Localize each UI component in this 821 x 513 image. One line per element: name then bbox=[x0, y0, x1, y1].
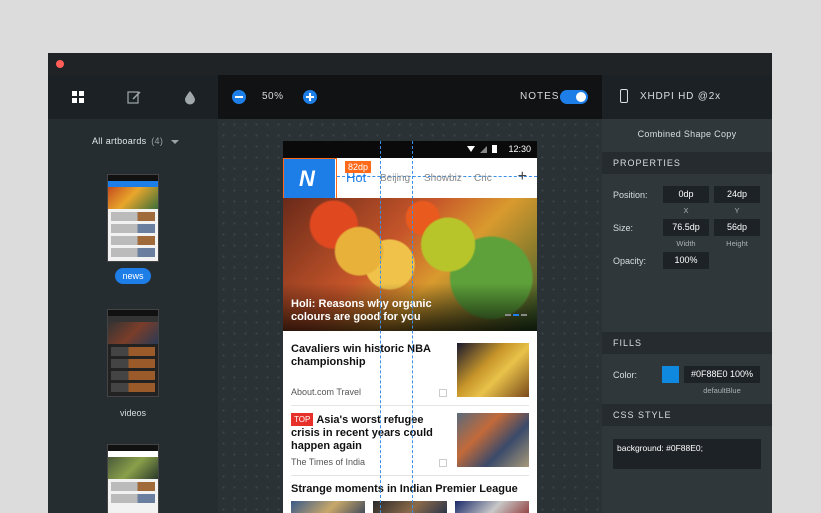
inspector-panel: Combined Shape Copy PROPERTIES Position:… bbox=[602, 119, 772, 513]
y-label: Y bbox=[734, 206, 740, 215]
story-thumbnail bbox=[457, 343, 529, 397]
drop-icon[interactable] bbox=[182, 89, 198, 105]
opacity-label: Opacity: bbox=[613, 256, 647, 266]
carousel-dots bbox=[503, 303, 527, 321]
title-bar bbox=[48, 53, 772, 75]
width-field[interactable]: 76.5dp bbox=[663, 219, 709, 236]
css-code-box[interactable]: background: #0F88E0; bbox=[613, 439, 761, 469]
artboard-label-videos[interactable]: videos bbox=[48, 408, 218, 418]
artboards-count: (4) bbox=[151, 136, 164, 146]
tab-beijing[interactable]: Beijing bbox=[380, 173, 410, 184]
hero-image[interactable]: Holi: Reasons why organic colours are go… bbox=[283, 198, 537, 331]
notes-toggle[interactable] bbox=[560, 90, 588, 104]
status-time: 12:30 bbox=[508, 144, 531, 154]
story-item[interactable]: Strange moments in Indian Premier League bbox=[291, 483, 529, 513]
color-swatch[interactable] bbox=[662, 366, 679, 383]
element-name: Combined Shape Copy bbox=[637, 129, 737, 139]
device-selector[interactable]: XHDPI HD @2x bbox=[602, 75, 772, 119]
design-canvas[interactable]: 12:30 N 82dp Hot Beijing Showbiz Cric + … bbox=[218, 119, 602, 513]
position-label: Position: bbox=[613, 190, 648, 200]
selection-box[interactable] bbox=[283, 158, 337, 200]
artboard-thumbnail-news[interactable] bbox=[107, 174, 159, 262]
css-style-header: CSS STYLE bbox=[602, 404, 772, 426]
artboard-thumbnail-3[interactable] bbox=[107, 444, 159, 513]
story-source: About.com Travel bbox=[291, 387, 362, 397]
story-source: The Times of India bbox=[291, 457, 366, 467]
edit-icon[interactable] bbox=[126, 89, 142, 105]
grid-icon[interactable] bbox=[70, 89, 86, 105]
color-label: Color: bbox=[613, 370, 638, 380]
device-label: XHDPI HD @2x bbox=[640, 91, 721, 102]
artboards-dropdown[interactable]: All artboards (4) bbox=[92, 136, 179, 146]
height-field[interactable]: 56dp bbox=[714, 219, 760, 236]
wifi-icon bbox=[467, 146, 475, 152]
divider bbox=[291, 405, 529, 406]
position-x-field[interactable]: 0dp bbox=[663, 186, 709, 203]
story-thumbnail bbox=[457, 413, 529, 467]
artboard-label-news[interactable]: news bbox=[115, 268, 151, 284]
dismiss-icon[interactable] bbox=[439, 389, 447, 397]
artboards-panel: All artboards (4) news videos bbox=[48, 119, 218, 513]
vertical-guide bbox=[380, 141, 381, 513]
size-label: Size: bbox=[613, 223, 634, 233]
story-item[interactable]: TOP Asia's worst refugee crisis in recent… bbox=[291, 413, 529, 471]
artboard-preview[interactable]: 12:30 N 82dp Hot Beijing Showbiz Cric + … bbox=[283, 141, 537, 513]
app-header: N 82dp Hot Beijing Showbiz Cric + bbox=[283, 158, 537, 200]
top-badge: TOP bbox=[291, 413, 314, 426]
zoom-out-button[interactable] bbox=[232, 90, 246, 104]
toolbar: 50% NOTES XHDPI HD @2x bbox=[48, 75, 772, 119]
height-label: Height bbox=[726, 239, 748, 248]
dismiss-icon[interactable] bbox=[439, 459, 447, 467]
tab-showbiz[interactable]: Showbiz bbox=[424, 173, 462, 184]
zoom-in-button[interactable] bbox=[303, 90, 317, 104]
color-value-field[interactable]: #0F88E0 100% bbox=[684, 366, 760, 383]
status-bar: 12:30 bbox=[283, 141, 537, 158]
toolbar-left bbox=[48, 75, 218, 119]
fills-header: FILLS bbox=[602, 332, 772, 354]
vertical-guide bbox=[412, 141, 413, 513]
notes-label: NOTES bbox=[520, 91, 560, 102]
story-title: Cavaliers win historic NBA championship bbox=[291, 343, 431, 368]
tab-hot[interactable]: Hot bbox=[346, 170, 366, 185]
hero-title[interactable]: Holi: Reasons why organic colours are go… bbox=[291, 298, 441, 324]
opacity-field[interactable]: 100% bbox=[663, 252, 709, 269]
artboards-title: All artboards bbox=[92, 136, 147, 146]
tab-cric[interactable]: Cric bbox=[474, 173, 492, 184]
chevron-down-icon bbox=[170, 139, 179, 144]
story-title: TOP Asia's worst refugee crisis in recent… bbox=[291, 413, 441, 453]
signal-icon bbox=[480, 146, 487, 153]
position-y-field[interactable]: 24dp bbox=[714, 186, 760, 203]
zoom-level: 50% bbox=[262, 91, 284, 102]
properties-header: PROPERTIES bbox=[602, 152, 772, 174]
app-window: 50% NOTES XHDPI HD @2x All artboards (4)… bbox=[48, 53, 772, 513]
story-gallery bbox=[291, 501, 529, 513]
width-label: Width bbox=[676, 239, 696, 248]
battery-icon bbox=[492, 145, 497, 153]
story-item[interactable]: Cavaliers win historic NBA championship … bbox=[291, 343, 529, 401]
artboard-thumbnail-videos[interactable] bbox=[107, 309, 159, 397]
phone-icon bbox=[620, 89, 628, 103]
close-window-button[interactable] bbox=[56, 60, 64, 68]
add-tab-button[interactable]: + bbox=[518, 168, 527, 186]
story-title: Strange moments in Indian Premier League bbox=[291, 483, 518, 495]
divider bbox=[291, 475, 529, 476]
x-label: X bbox=[683, 206, 689, 215]
color-name: defaultBlue bbox=[703, 386, 741, 395]
